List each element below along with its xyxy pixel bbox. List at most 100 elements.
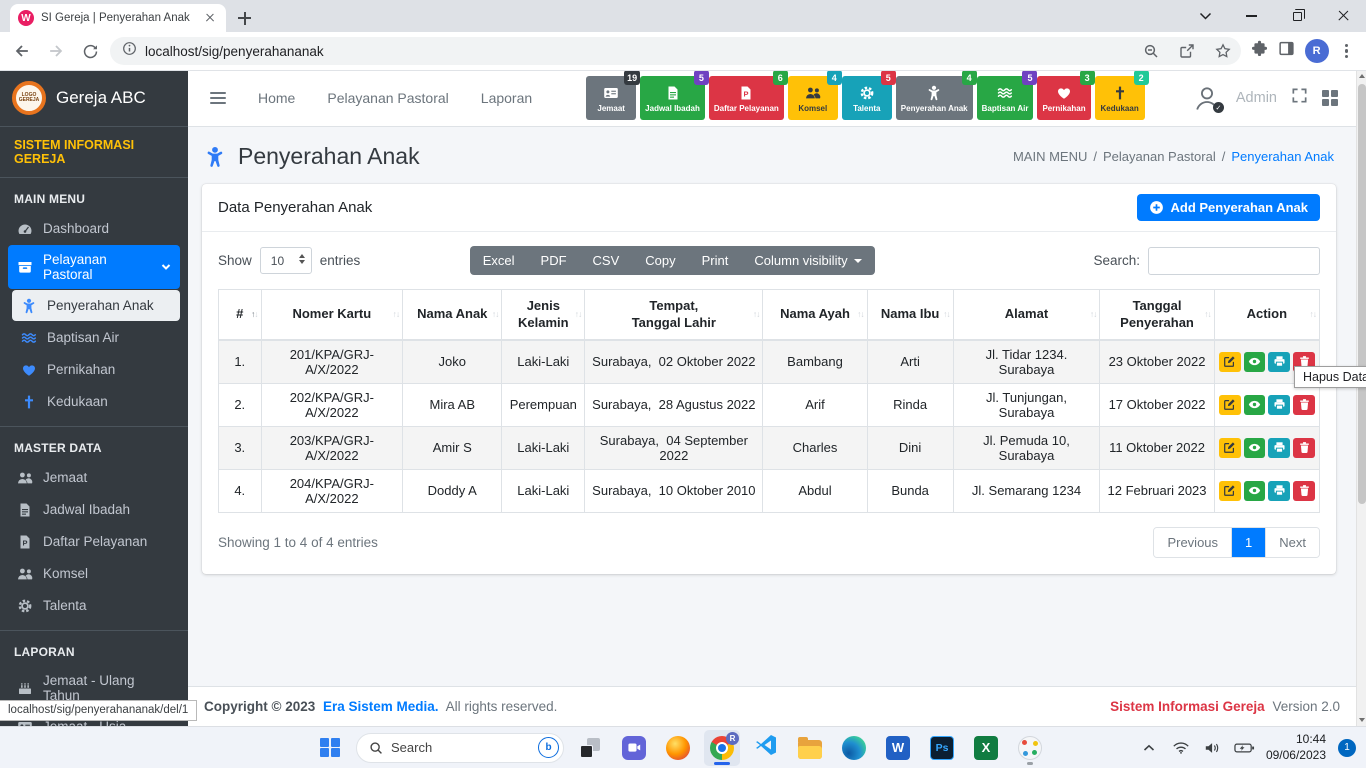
column-header-nama-ayah[interactable]: Nama Ayah↑↓ — [763, 290, 867, 340]
sidebar-item-penyerahan-anak[interactable]: Penyerahan Anak — [12, 290, 180, 321]
scroll-up-arrow-icon[interactable] — [1357, 70, 1366, 82]
tab-close-icon[interactable] — [202, 10, 218, 26]
print-button[interactable]: Print — [689, 246, 742, 275]
csv-button[interactable]: CSV — [580, 246, 633, 275]
nav-link-home[interactable]: Home — [244, 90, 309, 106]
view-button[interactable] — [1244, 481, 1266, 501]
view-button[interactable] — [1244, 438, 1266, 458]
task-view-button[interactable] — [572, 730, 608, 766]
paint-button[interactable] — [1012, 730, 1048, 766]
navbar-tile-komsel[interactable]: 4 Komsel — [788, 76, 838, 120]
column-header-no[interactable]: #↑↓ — [219, 290, 262, 340]
bing-icon[interactable]: b — [538, 737, 559, 758]
url-text[interactable]: localhost/sig/penyerahananak — [145, 44, 1129, 59]
user-avatar-icon[interactable]: ✓ — [1192, 83, 1222, 113]
print-row-button[interactable] — [1268, 481, 1290, 501]
breadcrumb-pelayanan-pastoral[interactable]: Pelayanan Pastoral — [1103, 149, 1216, 164]
zoom-icon[interactable] — [1137, 37, 1165, 65]
print-row-button[interactable] — [1268, 438, 1290, 458]
fullscreen-icon[interactable] — [1291, 87, 1308, 109]
sidebar-brand[interactable]: LOGO GEREJA Gereja ABC — [0, 70, 188, 127]
column-header-ttl[interactable]: Tempat, Tanggal Lahir↑↓ — [585, 290, 763, 340]
site-info-icon[interactable] — [122, 41, 137, 61]
page-size-select[interactable]: 10 — [260, 247, 312, 274]
apps-grid-icon[interactable] — [1322, 90, 1338, 106]
copy-button[interactable]: Copy — [632, 246, 688, 275]
firefox-button[interactable] — [660, 730, 696, 766]
forward-icon[interactable] — [42, 37, 70, 65]
user-name[interactable]: Admin — [1236, 90, 1277, 106]
delete-button[interactable] — [1293, 395, 1315, 415]
sidebar-item-pernikahan[interactable]: Pernikahan — [12, 354, 180, 385]
print-row-button[interactable] — [1268, 352, 1290, 372]
reading-list-icon[interactable] — [1278, 40, 1295, 62]
column-header-alamat[interactable]: Alamat↑↓ — [953, 290, 1100, 340]
sidebar-item-pelayanan-pastoral[interactable]: Pelayanan Pastoral — [8, 245, 180, 289]
edit-button[interactable] — [1219, 352, 1241, 372]
vendor-link[interactable]: Era Sistem Media. — [323, 699, 439, 714]
column-header-nomer-kartu[interactable]: Nomer Kartu↑↓ — [261, 290, 403, 340]
previous-page-button[interactable]: Previous — [1154, 528, 1232, 557]
next-page-button[interactable]: Next — [1266, 528, 1319, 557]
nav-link-pelayanan-pastoral[interactable]: Pelayanan Pastoral — [313, 90, 462, 106]
column-header-tanggal-penyerahan[interactable]: Tanggal Penyerahan↑↓ — [1100, 290, 1214, 340]
add-penyerahan-anak-button[interactable]: Add Penyerahan Anak — [1137, 194, 1320, 221]
notification-badge[interactable]: 1 — [1338, 739, 1356, 757]
back-icon[interactable] — [8, 37, 36, 65]
chat-button[interactable] — [616, 730, 652, 766]
vertical-scrollbar[interactable] — [1356, 70, 1366, 726]
taskbar-clock[interactable]: 10:44 09/06/2023 — [1266, 732, 1326, 763]
sidebar-item-baptisan-air[interactable]: Baptisan Air — [12, 322, 180, 353]
minimize-button[interactable] — [1228, 0, 1274, 32]
scrollbar-thumb[interactable] — [1358, 84, 1366, 504]
sidebar-item-jemaat[interactable]: Jemaat — [8, 462, 180, 493]
navbar-tile-jadwal-ibadah[interactable]: 5 Jadwal Ibadah — [640, 76, 705, 120]
delete-button[interactable] — [1293, 481, 1315, 501]
sidebar-item-dashboard[interactable]: Dashboard — [8, 213, 180, 244]
edit-button[interactable] — [1219, 481, 1241, 501]
share-icon[interactable] — [1173, 37, 1201, 65]
nav-link-laporan[interactable]: Laporan — [467, 90, 546, 106]
close-button[interactable] — [1320, 0, 1366, 32]
navbar-tile-kedukaan[interactable]: 2 Kedukaan — [1095, 76, 1145, 120]
excel-button[interactable]: Excel — [470, 246, 528, 275]
edge-button[interactable] — [836, 730, 872, 766]
print-row-button[interactable] — [1268, 395, 1290, 415]
pdf-button[interactable]: PDF — [528, 246, 580, 275]
delete-button[interactable] — [1293, 438, 1315, 458]
navbar-tile-pernikahan[interactable]: 3 Pernikahan — [1037, 76, 1090, 120]
sidebar-item-kedukaan[interactable]: Kedukaan — [12, 386, 180, 417]
volume-icon[interactable] — [1202, 739, 1224, 757]
start-button[interactable] — [312, 730, 348, 766]
navbar-tile-daftar-pelayanan[interactable]: 6 P Daftar Pelayanan — [709, 76, 784, 120]
navbar-tile-penyerahan-anak[interactable]: 4 Penyerahan Anak — [896, 76, 973, 120]
sidebar-item-daftar-pelayanan[interactable]: P Daftar Pelayanan — [8, 526, 180, 557]
sidebar-item-komsel[interactable]: Komsel — [8, 558, 180, 589]
word-button[interactable]: W — [880, 730, 916, 766]
column-visibility-button[interactable]: Column visibility — [741, 246, 874, 275]
excel-button-taskbar[interactable]: X — [968, 730, 1004, 766]
tray-chevron-up-icon[interactable] — [1138, 739, 1160, 757]
restore-button[interactable] — [1274, 0, 1320, 32]
sidebar-item-jadwal-ibadah[interactable]: Jadwal Ibadah — [8, 494, 180, 525]
new-tab-button[interactable] — [232, 5, 258, 31]
navbar-tile-jemaat[interactable]: 19 Jemaat — [586, 76, 636, 120]
scroll-down-arrow-icon[interactable] — [1357, 714, 1366, 726]
photoshop-button[interactable]: Ps — [924, 730, 960, 766]
search-input[interactable] — [1148, 247, 1320, 275]
navbar-tile-baptisan-air[interactable]: 5 Baptisan Air — [977, 76, 1034, 120]
navbar-tile-talenta[interactable]: 5 Talenta — [842, 76, 892, 120]
view-button[interactable] — [1244, 395, 1266, 415]
view-button[interactable] — [1244, 352, 1266, 372]
browser-tab[interactable]: W SI Gereja | Penyerahan Anak — [10, 4, 226, 32]
edit-button[interactable] — [1219, 395, 1241, 415]
chrome-button[interactable]: R — [704, 730, 740, 766]
bookmark-star-icon[interactable] — [1209, 37, 1237, 65]
edit-button[interactable] — [1219, 438, 1241, 458]
hamburger-icon[interactable] — [204, 86, 232, 110]
wifi-icon[interactable] — [1170, 739, 1192, 757]
window-chevron-icon[interactable] — [1182, 0, 1228, 32]
battery-icon[interactable] — [1234, 739, 1256, 757]
file-explorer-button[interactable] — [792, 730, 828, 766]
column-header-jenis-kelamin[interactable]: Jenis Kelamin↑↓ — [502, 290, 585, 340]
